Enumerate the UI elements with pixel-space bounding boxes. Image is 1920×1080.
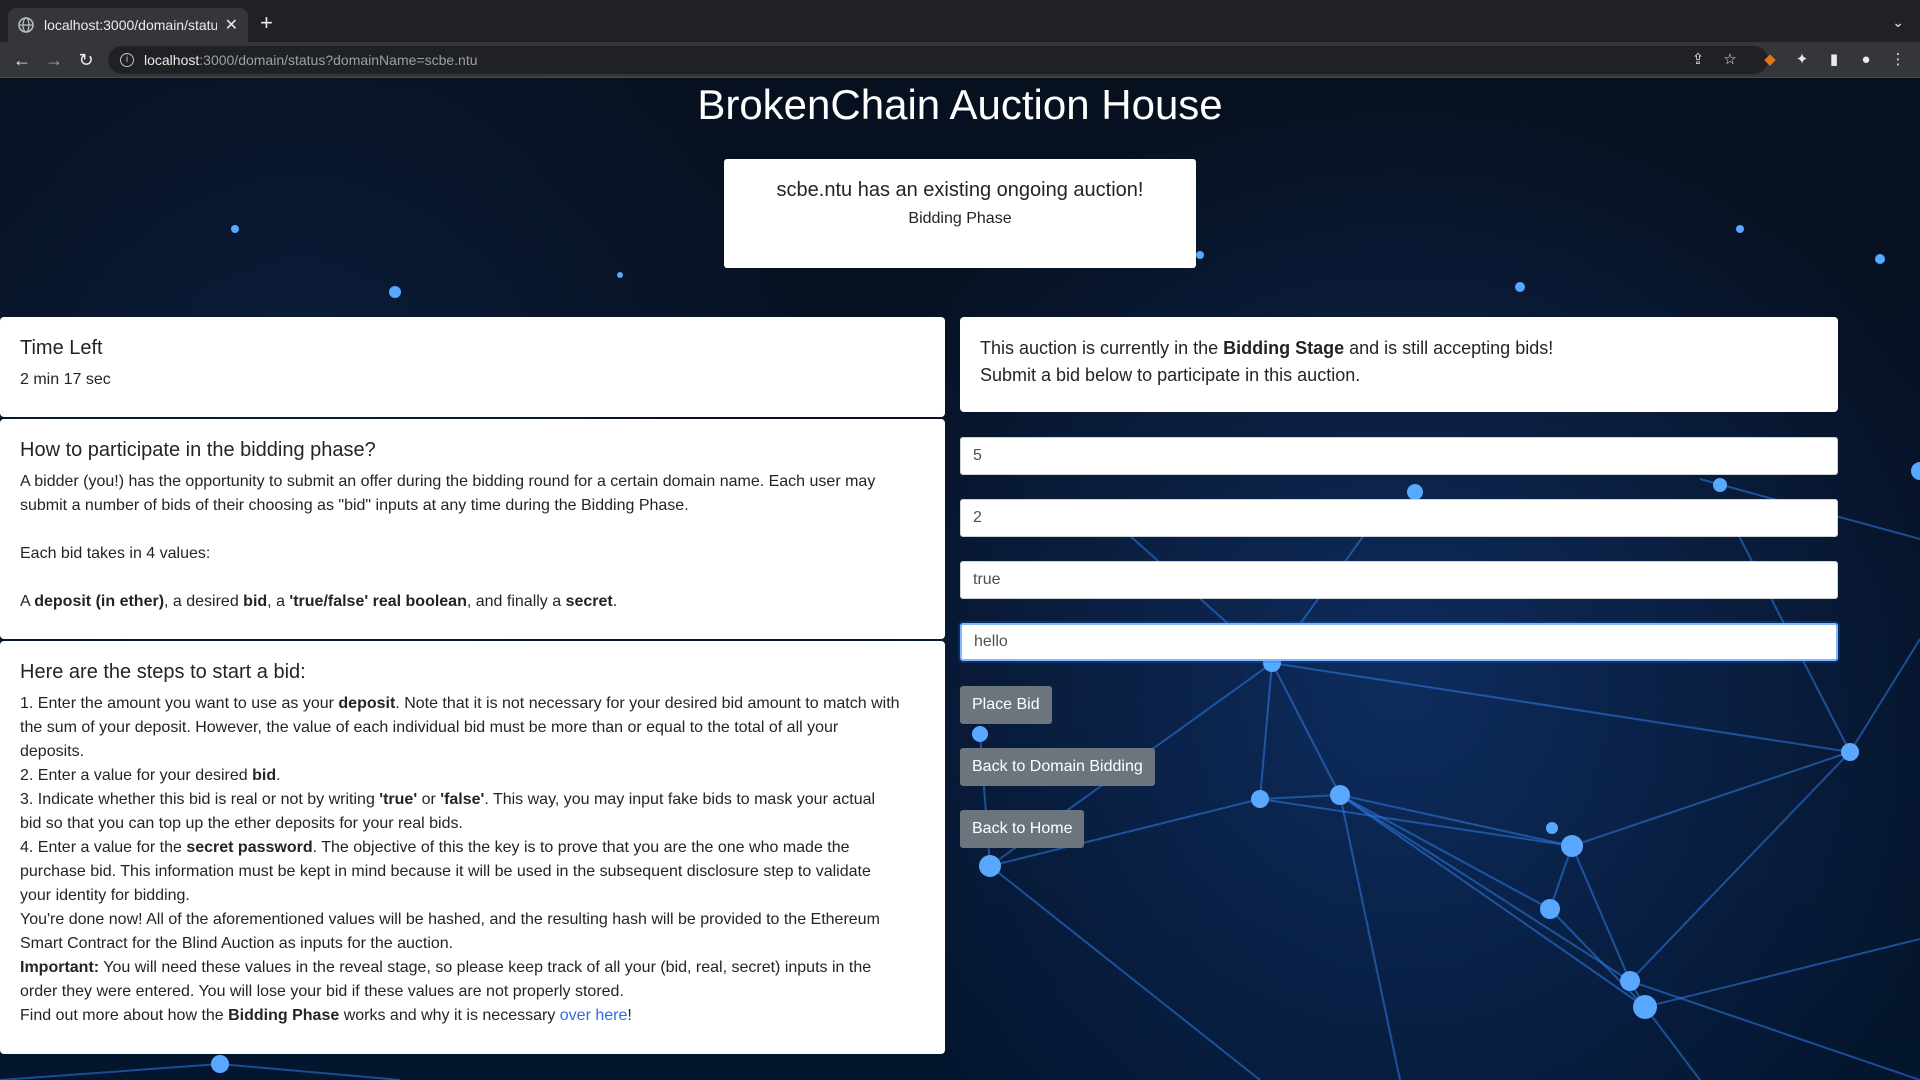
how-to-para1-line2: submit a number of bids of their choosin… [20, 497, 689, 514]
metamask-icon[interactable]: ◆ [1760, 50, 1780, 70]
text: 4. Enter a value for the [20, 839, 187, 856]
deposit-input[interactable] [960, 437, 1838, 475]
text: 3. Indicate whether this bid is real or … [20, 791, 380, 808]
auction-status-box: scbe.ntu has an existing ongoing auction… [724, 159, 1196, 268]
text: . Note that it is not necessary for your… [395, 695, 900, 712]
browser-tabstrip: localhost:3000/domain/status? ✕ + ⌄ [0, 0, 1920, 42]
time-left-card: Time Left 2 min 17 sec [0, 317, 945, 417]
over-here-link[interactable]: over here [560, 1007, 628, 1024]
how-to-para1-line1: A bidder (you!) has the opportunity to s… [20, 473, 876, 490]
close-icon[interactable]: ✕ [225, 15, 238, 35]
bidding-stage-card: This auction is currently in the Bidding… [960, 317, 1838, 412]
place-bid-button[interactable]: Place Bid [960, 686, 1052, 724]
sidepanel-icon[interactable]: ▮ [1824, 50, 1844, 70]
url-text[interactable]: localhost:3000/domain/status?domainName=… [144, 52, 478, 68]
stage-line-1: This auction is currently in the Bidding… [980, 335, 1818, 362]
steps-heading: Here are the steps to start a bid: [20, 661, 306, 683]
text: or [417, 791, 441, 808]
text: 1. Enter the amount you want to use as y… [20, 695, 339, 712]
done-line-2: Smart Contract for the Blind Auction as … [20, 935, 454, 952]
text: This auction is currently in the [980, 338, 1224, 358]
text: 2. Enter a value for your desired [20, 767, 253, 784]
globe-icon [18, 17, 34, 33]
step-4: 4. Enter a value for the secret password… [20, 836, 925, 860]
new-tab-button[interactable]: + [260, 12, 273, 34]
secret-term: secret [565, 593, 613, 610]
bidding-stage-term: Bidding Stage [1223, 338, 1345, 358]
step-4-cont: purchase bid. This information must be k… [20, 863, 871, 880]
url-host: localhost [144, 52, 200, 68]
tab-title: localhost:3000/domain/status? [44, 17, 217, 33]
how-to-card: How to participate in the bidding phase?… [0, 419, 945, 639]
reload-icon[interactable]: ↻ [74, 48, 98, 72]
browser-tab[interactable]: localhost:3000/domain/status? ✕ [8, 8, 248, 42]
secret-input[interactable] [960, 623, 1838, 661]
step-1: 1. Enter the amount you want to use as y… [20, 692, 925, 716]
time-left-value: 2 min 17 sec [20, 371, 111, 388]
deposit-term: deposit [338, 695, 396, 712]
browser-toolbar: ← → ↻ i localhost:3000/domain/status?dom… [0, 42, 1920, 78]
text: works and why it is necessary [339, 1007, 560, 1024]
time-left-heading: Time Left [20, 337, 103, 359]
step-2: 2. Enter a value for your desired bid. [20, 764, 925, 788]
boolean-term: 'true/false' real boolean [289, 593, 467, 610]
text: . [276, 767, 281, 784]
text: and is still accepting bids! [1344, 338, 1554, 358]
address-bar[interactable]: i localhost:3000/domain/status?domainNam… [108, 46, 1768, 74]
find-out-more: Find out more about how the Bidding Phas… [20, 1004, 925, 1028]
deposit-term: deposit (in ether) [34, 593, 165, 610]
how-to-para3: A deposit (in ether), a desired bid, a '… [20, 590, 925, 614]
how-to-heading: How to participate in the bidding phase? [20, 439, 376, 461]
star-icon[interactable]: ☆ [1720, 50, 1740, 70]
text: ! [627, 1007, 632, 1024]
step-3-cont: bid so that you can top up the ether dep… [20, 815, 463, 832]
true-term: 'true' [379, 791, 418, 808]
text: . This way, you may input fake bids to m… [484, 791, 876, 808]
how-to-para2: Each bid takes in 4 values: [20, 545, 211, 562]
menu-kebab-icon[interactable]: ⋮ [1888, 50, 1908, 70]
info-icon[interactable]: i [120, 53, 134, 67]
important-cont: order they were entered. You will lose y… [20, 983, 624, 1000]
steps-card: Here are the steps to start a bid: 1. En… [0, 641, 945, 1054]
important-line: Important: You will need these values in… [20, 956, 925, 980]
avatar[interactable]: ● [1856, 50, 1876, 70]
chevron-down-icon[interactable]: ⌄ [1892, 14, 1904, 31]
bid-input[interactable] [960, 499, 1838, 537]
text: , a desired [164, 593, 244, 610]
status-phase: Bidding Phase [908, 210, 1012, 227]
back-to-home-button[interactable]: Back to Home [960, 810, 1085, 848]
bidding-phase-term: Bidding Phase [228, 1007, 340, 1024]
step-4-end: your identity for bidding. [20, 887, 190, 904]
step-1-cont: the sum of your deposit. However, the va… [20, 719, 839, 736]
step-3: 3. Indicate whether this bid is real or … [20, 788, 925, 812]
step-1-end: deposits. [20, 743, 85, 760]
bid-term: bid [243, 593, 268, 610]
back-to-domain-bidding-button[interactable]: Back to Domain Bidding [960, 748, 1155, 786]
text: , and finally a [466, 593, 566, 610]
site-title: BrokenChain Auction House [697, 81, 1223, 128]
extensions-icon[interactable]: ✦ [1792, 50, 1812, 70]
false-term: 'false' [440, 791, 485, 808]
real-input[interactable] [960, 561, 1838, 599]
important-label: Important: [20, 959, 100, 976]
back-arrow-icon[interactable]: ← [10, 48, 34, 72]
text: You will need these values in the reveal… [99, 959, 872, 976]
stage-line-2: Submit a bid below to participate in thi… [980, 365, 1361, 385]
forward-arrow-icon[interactable]: → [42, 48, 66, 72]
share-icon[interactable]: ⇪ [1688, 50, 1708, 70]
url-path: :3000/domain/status?domainName=scbe.ntu [199, 52, 478, 68]
page: BrokenChain Auction House scbe.ntu has a… [0, 79, 1920, 1080]
text: , a [267, 593, 290, 610]
text: A [20, 593, 35, 610]
text: . [612, 593, 618, 610]
secret-password-term: secret password [186, 839, 313, 856]
text: Find out more about how the [20, 1007, 229, 1024]
done-line-1: You're done now! All of the aforemention… [20, 911, 880, 928]
status-headline: scbe.ntu has an existing ongoing auction… [776, 179, 1144, 201]
text: . The objective of this the key is to pr… [312, 839, 850, 856]
bid-term: bid [252, 767, 277, 784]
